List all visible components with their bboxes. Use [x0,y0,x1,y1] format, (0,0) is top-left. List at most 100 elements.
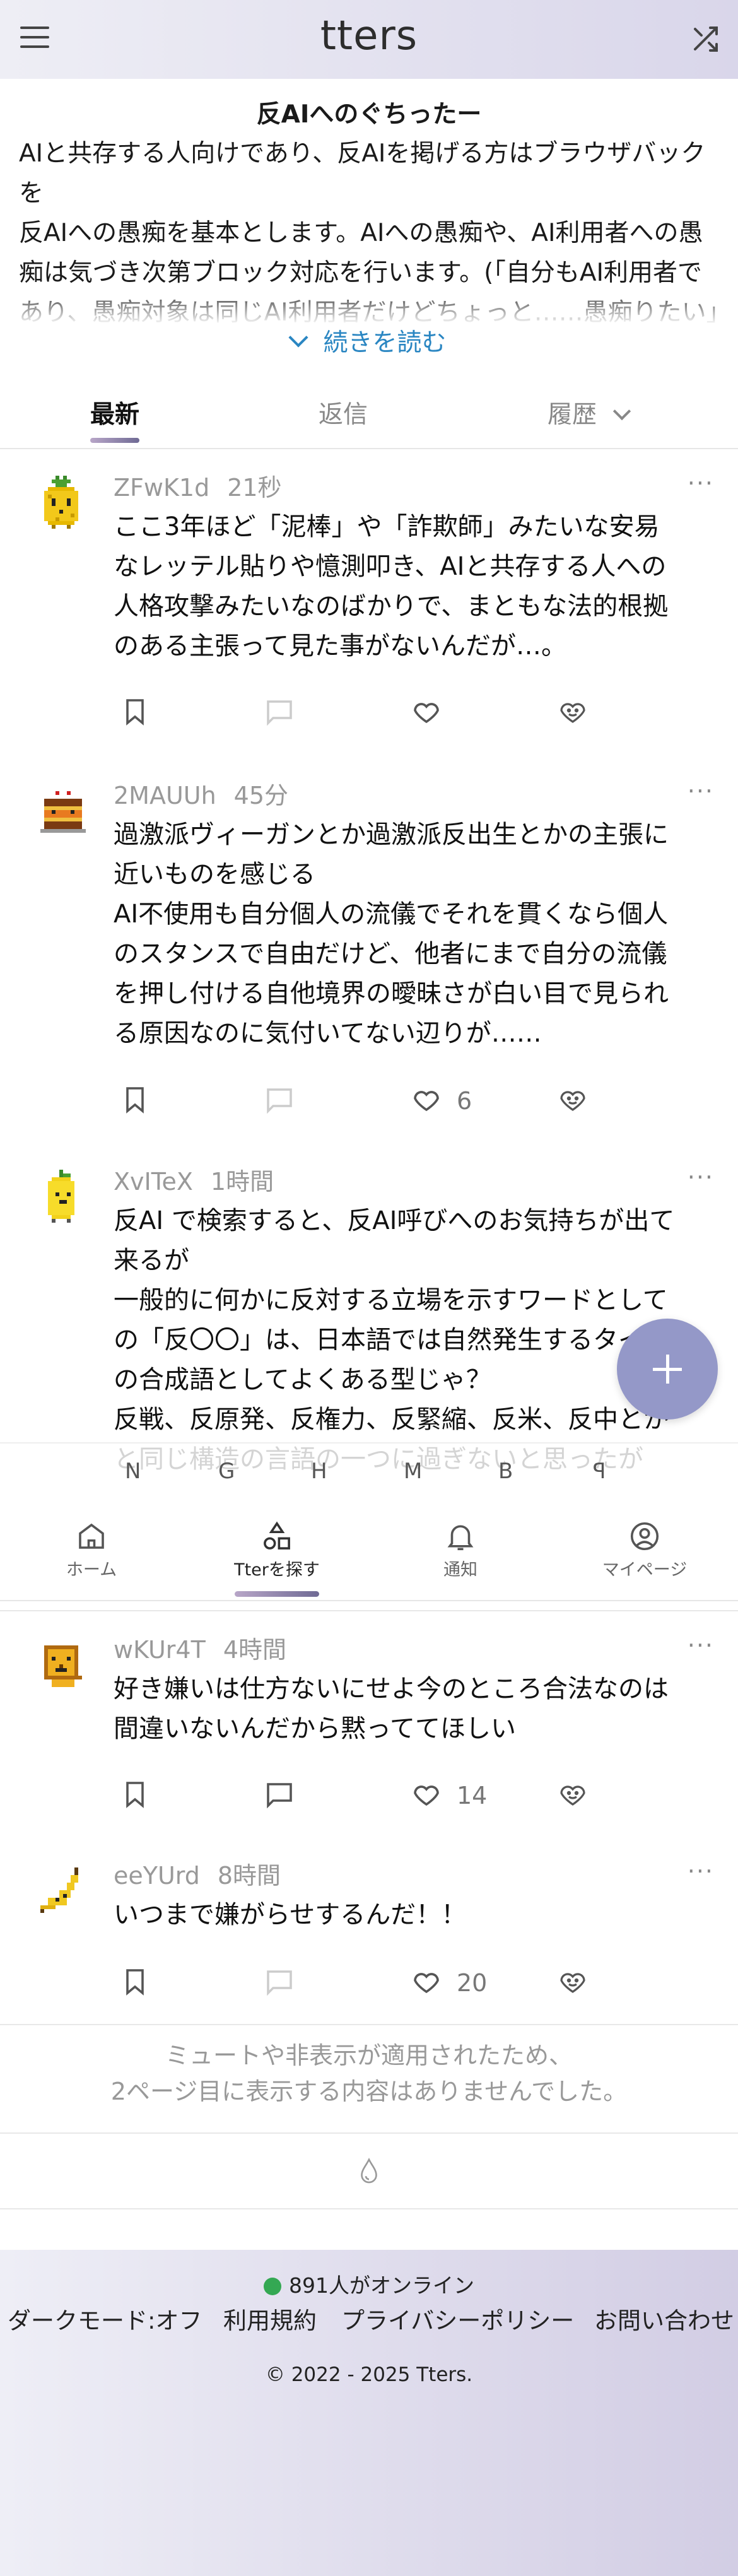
post-text[interactable]: 反AI で検索すると、反AI呼びへのお気持ちが出て来るが 一般的に何かに反対する… [114,1201,681,1479]
feed-tabs: 最新 返信 履歴 [0,385,738,449]
post-text[interactable]: 過激派ヴィーガンとか過激派反出生とかの主張に近いものを感じる AI不使用も自分個… [114,815,681,1054]
pineapple-avatar[interactable] [37,476,86,532]
lion-avatar[interactable] [37,1638,86,1695]
home-icon [79,1523,104,1549]
bookmark-button[interactable] [120,1779,150,1811]
active-tab-indicator [90,438,139,443]
comment-icon [267,1970,292,1996]
heart-icon [414,1785,439,1806]
online-status-icon [264,2278,281,2295]
post-time: 45分 [233,782,289,809]
nav-mypage[interactable]: マイページ [582,1519,708,1580]
post-item: ZFwK1d 21秒 ··· ここ3年ほど「泥棒」や「詐欺師」みたいな安易なレッテ… [0,449,738,758]
reaction-button[interactable] [558,1967,588,1998]
like-count: 14 [457,1782,488,1809]
read-more-link[interactable]: 続きを読む [0,323,738,358]
strip-item[interactable]: B [498,1459,513,1484]
bookmark-button[interactable] [120,1085,150,1116]
nav-explore-label: Tterを探す [234,1560,320,1580]
online-count: 891人がオンライン [0,2269,738,2299]
bookmark-icon [126,699,144,726]
like-button[interactable]: 14 [411,1779,487,1811]
banana-avatar[interactable] [37,1864,86,1920]
reaction-button[interactable] [558,1085,588,1116]
privacy-link[interactable]: プライバシーポリシー [341,2302,574,2336]
active-nav-indicator [235,1591,319,1597]
post-time: 8時間 [217,1862,281,1890]
reaction-button[interactable] [558,1779,588,1811]
like-button[interactable] [411,697,442,728]
read-more-label: 続きを読む [323,329,447,357]
post-user-id[interactable]: wKUr4T [114,1636,206,1664]
post-time: 1時間 [210,1168,274,1196]
post-meta: XvITeX 1時間 [114,1162,274,1197]
more-options-icon[interactable]: ··· [688,469,714,497]
no-more-content-message: ミュートや非表示が適用されたため、 2ページ目に表示する内容はありませんでした。 [110,2042,628,2105]
overlay-shortcut-strip: N G H M B ꟼ [0,1442,738,1507]
board-title: 反AIへのぐちったー [256,100,482,129]
strip-item[interactable]: M [404,1459,422,1484]
post-meta: 2MAUUh 45分 [114,776,288,811]
nav-home[interactable]: ホーム [28,1519,155,1580]
divider [0,2132,738,2134]
reaction-button[interactable] [558,697,588,728]
heart-smile-icon [560,1785,585,1806]
more-options-icon[interactable]: ··· [688,1632,714,1659]
app-header: tters [0,0,738,79]
post-item: wKUr4T 4時間 ··· 好き嫌いは仕方ないにせよ今のところ合法なのは間違いな… [0,1610,738,1840]
divider [0,2208,738,2209]
nav-explore[interactable]: Tterを探す [214,1519,340,1580]
post-user-id[interactable]: 2MAUUh [114,782,216,809]
reply-button[interactable] [264,1967,295,1998]
post-item: 2MAUUh 45分 ··· 過激派ヴィーガンとか過激派反出生とかの主張に近いもの… [0,757,738,1144]
bookmark-button[interactable] [120,697,150,728]
post-meta: ZFwK1d 21秒 [114,468,282,503]
nav-notifications-label: 通知 [443,1560,477,1580]
lemon-avatar[interactable] [37,1170,86,1226]
cake-avatar[interactable] [37,784,86,840]
strip-item[interactable]: G [218,1459,235,1484]
like-button[interactable]: 20 [411,1967,487,1998]
more-options-icon[interactable]: ··· [688,1163,714,1191]
reply-button[interactable] [264,1779,295,1811]
nav-mypage-label: マイページ [602,1560,688,1580]
strip-item[interactable]: N [125,1459,141,1484]
strip-item[interactable]: H [311,1459,327,1484]
more-options-icon[interactable]: ··· [688,777,714,805]
heart-smile-icon [560,1091,585,1111]
like-button[interactable]: 6 [411,1085,472,1116]
post-user-id[interactable]: eeYUrd [114,1862,200,1890]
tab-history[interactable]: 履歴 [548,395,631,430]
terms-link[interactable]: 利用規約 [223,2302,317,2336]
new-post-button[interactable] [617,1319,718,1420]
nav-notifications[interactable]: 通知 [397,1519,524,1580]
heart-icon [414,1973,439,1994]
reply-button[interactable] [264,697,295,728]
post-item: eeYUrd 8時間 ··· いつまで嫌がらせするんだ！！ 20 [0,1837,738,2025]
post-user-id[interactable]: XvITeX [114,1168,193,1196]
bookmark-button[interactable] [120,1967,150,1998]
post-text[interactable]: 好き嫌いは仕方ないにせよ今のところ合法なのは間違いないんだから黙っててほしい [114,1669,681,1749]
heart-icon [414,1091,439,1112]
post-text[interactable]: いつまで嫌がらせするんだ！！ [114,1895,681,1935]
description-fade [0,287,738,325]
shuffle-icon[interactable] [690,24,720,54]
bookmark-icon [126,1782,144,1808]
reply-button[interactable] [264,1085,295,1116]
strip-item[interactable]: ꟼ [593,1459,606,1484]
more-options-icon[interactable]: ··· [688,1857,714,1885]
post-meta: wKUr4T 4時間 [114,1630,286,1665]
tab-replies[interactable]: 返信 [319,395,368,430]
chevron-down-icon [612,402,631,421]
tab-latest[interactable]: 最新 [90,395,139,430]
copyright: © 2022 - 2025 Tters. [265,2363,473,2386]
user-circle-icon [630,1522,659,1551]
app-logo[interactable]: tters [0,13,738,59]
dark-mode-toggle[interactable]: ダークモード:オフ [8,2302,202,2336]
bookmark-icon [126,1969,144,1996]
droplet-icon [361,2157,377,2184]
post-text[interactable]: ここ3年ほど「泥棒」や「詐欺師」みたいな安易なレッテル貼りや憶測叩き、AIと共存… [114,507,681,666]
contact-link[interactable]: お問い合わせ [594,2302,734,2336]
post-user-id[interactable]: ZFwK1d [114,474,209,502]
comment-icon [267,1783,292,1809]
